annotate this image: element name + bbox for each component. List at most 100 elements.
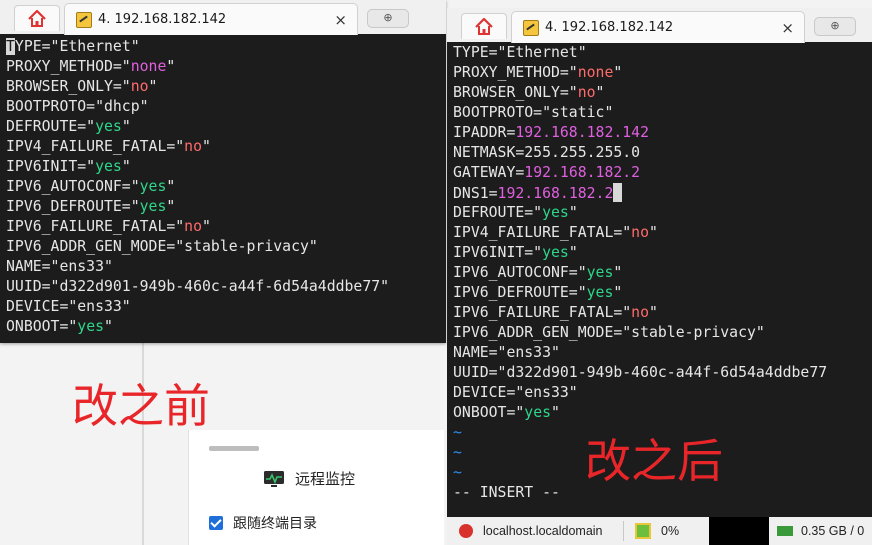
terminal-text: UUID="d322d901-949b-460c-a44f-6d54a4ddbe…	[6, 278, 390, 295]
terminal-line: IPV6_ADDR_GEN_MODE="stable-privacy"	[453, 323, 827, 343]
terminal-text: IPV6_ADDR_GEN_MODE="stable-privacy"	[453, 324, 765, 341]
terminal-line: UUID="d322d901-949b-460c-a44f-6d54a4ddbe…	[453, 363, 827, 383]
terminal-text: IPV6INIT="	[453, 244, 543, 261]
terminal-text: 192.168.182.2	[497, 185, 614, 202]
terminal-text: "	[613, 284, 623, 301]
terminal-line: NAME="ens33"	[6, 257, 389, 277]
remote-monitor-item[interactable]: 远程监控	[263, 468, 355, 489]
terminal-text: ~	[453, 424, 462, 441]
terminal-text: no	[184, 138, 202, 155]
cpu-chip-icon	[635, 523, 651, 539]
terminal-text: ONBOOT="	[6, 318, 78, 335]
home-tab-button[interactable]	[14, 5, 60, 31]
terminal-line: BROWSER_ONLY="no"	[453, 83, 827, 103]
terminal-text: IPV6_AUTOCONF="	[6, 178, 140, 195]
terminal-text: "	[649, 224, 658, 241]
terminal-text: ~	[453, 444, 462, 461]
session-tab-title: 4. 192.168.182.142	[98, 12, 227, 27]
terminal-line: ONBOOT="yes"	[453, 403, 827, 423]
terminal-line: BOOTPROTO="static"	[453, 103, 827, 123]
close-icon[interactable]: ×	[781, 19, 794, 37]
terminal-text: no	[631, 224, 649, 241]
terminal-text: YPE="Ethernet"	[14, 38, 140, 55]
annotation-before: 改之前	[72, 379, 210, 433]
terminal-text: no	[130, 78, 149, 95]
terminal-text: "	[595, 84, 605, 101]
terminal-line: IPV6_FAILURE_FATAL="no"	[453, 303, 827, 323]
host-name: localhost.localdomain	[483, 524, 603, 538]
terminal-text: yes	[524, 404, 552, 421]
tab-bar: 4. 192.168.182.142 × ⊕	[447, 8, 872, 43]
terminal-text: none	[577, 64, 614, 81]
terminal-text: IPV6_DEFROUTE="	[6, 198, 140, 215]
terminal-line: IPV6_ADDR_GEN_MODE="stable-privacy"	[6, 237, 389, 257]
terminal-text: yes	[139, 198, 167, 215]
terminal-line: IPV6_DEFROUTE="yes"	[6, 197, 389, 217]
home-icon	[475, 17, 493, 35]
terminal-text: "	[121, 158, 131, 175]
terminal-text: yes	[139, 178, 167, 195]
terminal-text: DEFROUTE="	[453, 204, 543, 221]
terminal-tab-icon	[523, 19, 539, 36]
terminal-line: IPV6_AUTOCONF="yes"	[453, 263, 827, 283]
terminal-line: TYPE="Ethernet"	[453, 43, 827, 63]
terminal-text: IPV6INIT="	[6, 158, 96, 175]
terminal-text: NETMASK=255.255.255.0	[453, 144, 641, 161]
terminal-text: "	[613, 264, 623, 281]
panel-drag-handle[interactable]	[209, 446, 259, 451]
terminal-line: UUID="d322d901-949b-460c-a44f-6d54a4ddbe…	[6, 277, 389, 297]
terminal-line: IPV4_FAILURE_FATAL="no"	[453, 223, 827, 243]
terminal-text: IPV6_ADDR_GEN_MODE="stable-privacy"	[6, 238, 318, 255]
close-icon[interactable]: ×	[334, 11, 347, 29]
side-panel: 远程监控 跟随终端目录	[188, 430, 444, 545]
terminal-text: "	[166, 58, 176, 75]
memory-icon	[777, 526, 793, 536]
terminal-text: DEFROUTE="	[6, 118, 96, 135]
terminal-text: yes	[542, 244, 569, 261]
terminal-text: "	[568, 204, 578, 221]
home-tab-button[interactable]	[461, 13, 507, 39]
monitor-icon	[263, 470, 285, 488]
terminal-text: IPV6_DEFROUTE="	[453, 284, 587, 301]
terminal-text: BROWSER_ONLY="	[453, 84, 578, 101]
new-tab-button[interactable]: ⊕	[367, 9, 409, 28]
terminal-line: DEVICE="ens33"	[6, 297, 389, 317]
terminal-text: ONBOOT="	[453, 404, 525, 421]
terminal-text: "	[202, 138, 211, 155]
terminal-text: yes	[77, 318, 105, 335]
terminal-text: yes	[586, 264, 614, 281]
terminal-text: GATEWAY=	[453, 164, 525, 181]
terminal-text: PROXY_METHOD="	[453, 64, 578, 81]
follow-terminal-dir-checkbox[interactable]	[209, 516, 223, 530]
cpu-status[interactable]: 0%	[635, 517, 679, 545]
terminal-text: -- INSERT --	[453, 484, 560, 501]
terminal-text: IPADDR=	[453, 124, 516, 141]
terminal-text: none	[130, 58, 167, 75]
terminal-text: BROWSER_ONLY="	[6, 78, 131, 95]
terminal-line: ONBOOT="yes"	[6, 317, 389, 337]
terminal-text: "	[649, 304, 658, 321]
terminal-line: BOOTPROTO="dhcp"	[6, 97, 389, 117]
status-divider	[623, 521, 624, 541]
text-cursor: T	[6, 38, 15, 55]
terminal-window-before: 4. 192.168.182.142 × ⊕ TYPE="Ethernet" PR…	[0, 0, 446, 343]
terminal-text: IPV6_FAILURE_FATAL="	[453, 304, 632, 321]
terminal-text: BOOTPROTO="static"	[453, 104, 614, 121]
new-tab-button[interactable]: ⊕	[814, 17, 856, 36]
cpu-graph	[709, 517, 769, 545]
remote-monitor-label: 远程监控	[295, 470, 356, 488]
terminal-line: IPV6_FAILURE_FATAL="no"	[6, 217, 389, 237]
follow-terminal-dir-option[interactable]: 跟随终端目录	[209, 513, 317, 533]
terminal-text: "	[202, 218, 211, 235]
follow-terminal-dir-label: 跟随终端目录	[233, 516, 317, 532]
terminal-line: IPV6_DEFROUTE="yes"	[453, 283, 827, 303]
session-tab[interactable]: 4. 192.168.182.142 ×	[64, 3, 358, 35]
memory-usage: 0.35 GB / 0	[801, 524, 865, 538]
session-tab-title: 4. 192.168.182.142	[545, 20, 674, 35]
host-status[interactable]: localhost.localdomain	[459, 517, 603, 545]
session-tab[interactable]: 4. 192.168.182.142 ×	[511, 11, 805, 43]
memory-status[interactable]: 0.35 GB / 0	[777, 517, 864, 545]
terminal-line: NAME="ens33"	[453, 343, 827, 363]
terminal-content[interactable]: TYPE="Ethernet" PROXY_METHOD="none" BROWSE…	[6, 37, 389, 337]
terminal-text: no	[577, 84, 596, 101]
